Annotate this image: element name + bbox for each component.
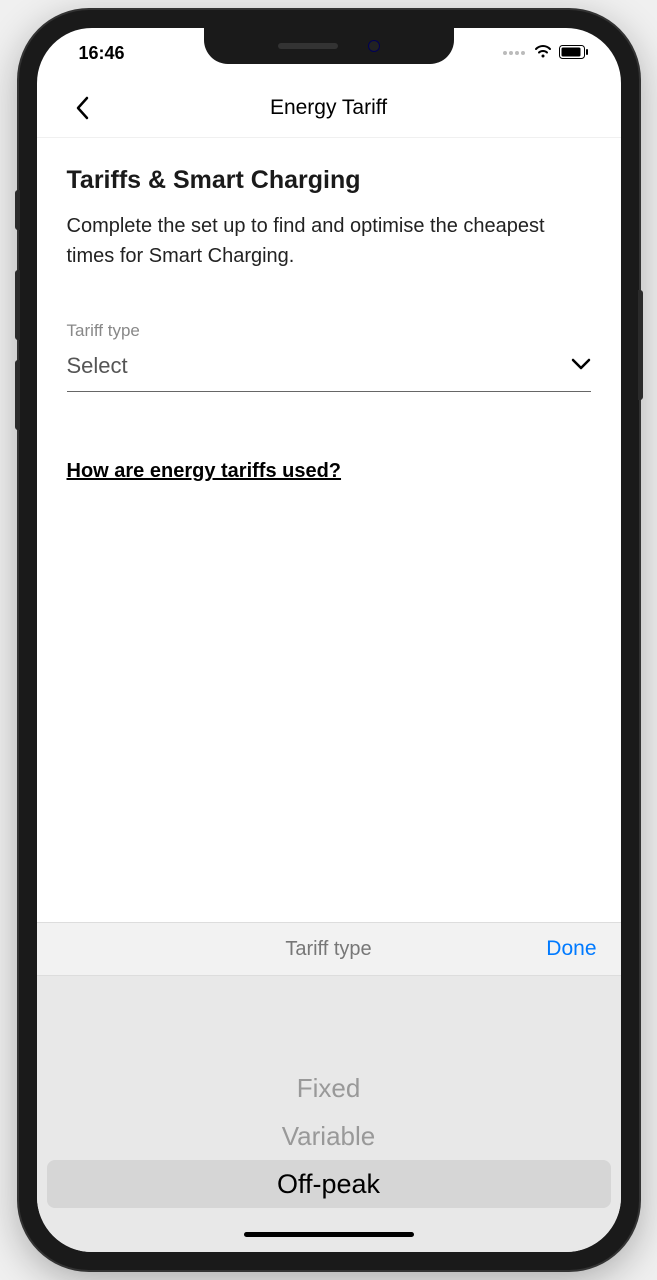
section-description: Complete the set up to find and optimise… — [67, 211, 591, 271]
wifi-icon — [533, 43, 553, 64]
mute-switch — [15, 190, 20, 230]
tariff-type-select[interactable]: Select — [67, 347, 591, 392]
tariff-type-value: Select — [67, 353, 128, 379]
status-time: 16:46 — [79, 43, 125, 63]
screen: 16:46 — [37, 28, 621, 1252]
main-content: Tariffs & Smart Charging Complete the se… — [37, 138, 621, 922]
power-button — [638, 290, 643, 400]
picker-option-variable[interactable]: Variable — [37, 1112, 621, 1160]
picker-title: Tariff type — [285, 938, 371, 961]
home-indicator[interactable] — [244, 1232, 414, 1237]
cellular-signal-icon — [503, 51, 525, 55]
picker-panel: Tariff type Done Fixed Variable Off-peak — [37, 922, 621, 1252]
picker-done-button[interactable]: Done — [546, 937, 596, 961]
chevron-left-icon — [75, 96, 89, 120]
page-title: Energy Tariff — [270, 96, 387, 120]
volume-up-button — [15, 270, 20, 340]
home-indicator-area — [37, 1216, 621, 1252]
tariff-type-label: Tariff type — [67, 321, 591, 341]
picker-option-fixed[interactable]: Fixed — [37, 1064, 621, 1112]
picker-option-off-peak[interactable]: Off-peak — [47, 1160, 611, 1208]
help-link[interactable]: How are energy tariffs used? — [67, 460, 342, 483]
chevron-down-icon — [571, 357, 591, 375]
phone-frame: 16:46 — [19, 10, 639, 1270]
picker-wheel[interactable]: Fixed Variable Off-peak — [37, 976, 621, 1216]
phone-notch — [204, 28, 454, 64]
battery-icon — [559, 43, 589, 64]
section-heading: Tariffs & Smart Charging — [67, 166, 591, 195]
back-button[interactable] — [62, 88, 102, 128]
picker-toolbar: Tariff type Done — [37, 922, 621, 976]
speaker-grille — [278, 43, 338, 49]
front-camera — [368, 40, 380, 52]
volume-down-button — [15, 360, 20, 430]
nav-bar: Energy Tariff — [37, 78, 621, 138]
